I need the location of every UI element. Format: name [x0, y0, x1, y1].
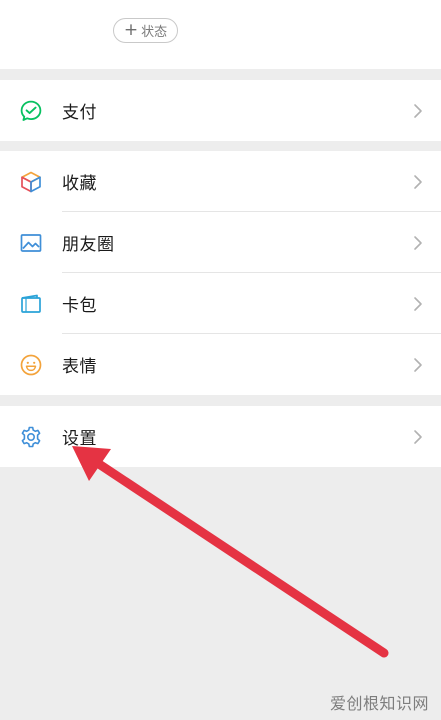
menu-group-pay: 支付 — [0, 80, 441, 141]
gear-icon — [19, 425, 43, 449]
pay-icon — [19, 99, 43, 123]
menu-item-settings[interactable]: 设置 — [0, 406, 441, 467]
profile-header: + 状态 — [0, 0, 441, 69]
smiley-icon — [19, 353, 43, 377]
menu-item-moments[interactable]: 朋友圈 — [0, 212, 441, 273]
menu-item-label: 卡包 — [62, 296, 97, 316]
favorites-cube-icon — [19, 170, 43, 194]
menu-group-settings: 设置 — [0, 406, 441, 467]
chevron-right-icon — [413, 429, 423, 445]
moments-image-icon — [19, 231, 43, 255]
me-page: + 状态 支付 收藏 朋友圈 卡包 表情 设置 爱创根知识网 — [0, 0, 441, 720]
watermark: 爱创根知识网 — [329, 694, 429, 713]
plus-icon: + — [123, 19, 139, 40]
chevron-right-icon — [413, 174, 423, 190]
menu-item-label: 表情 — [62, 357, 97, 377]
menu-item-label: 设置 — [62, 429, 97, 449]
chevron-right-icon — [413, 357, 423, 373]
menu-item-label: 朋友圈 — [62, 235, 115, 255]
chevron-right-icon — [413, 235, 423, 251]
status-button-label: 状态 — [141, 25, 168, 40]
menu-item-pay[interactable]: 支付 — [0, 80, 441, 141]
menu-item-stickers[interactable]: 表情 — [0, 334, 441, 395]
menu-item-label: 收藏 — [62, 174, 97, 194]
card-wallet-icon — [19, 292, 43, 316]
menu-item-cards[interactable]: 卡包 — [0, 273, 441, 334]
menu-item-favorites[interactable]: 收藏 — [0, 151, 441, 212]
chevron-right-icon — [413, 296, 423, 312]
add-status-button[interactable]: + 状态 — [113, 18, 178, 43]
menu-group-main: 收藏 朋友圈 卡包 表情 — [0, 151, 441, 395]
chevron-right-icon — [413, 103, 423, 119]
menu-item-label: 支付 — [62, 103, 97, 123]
